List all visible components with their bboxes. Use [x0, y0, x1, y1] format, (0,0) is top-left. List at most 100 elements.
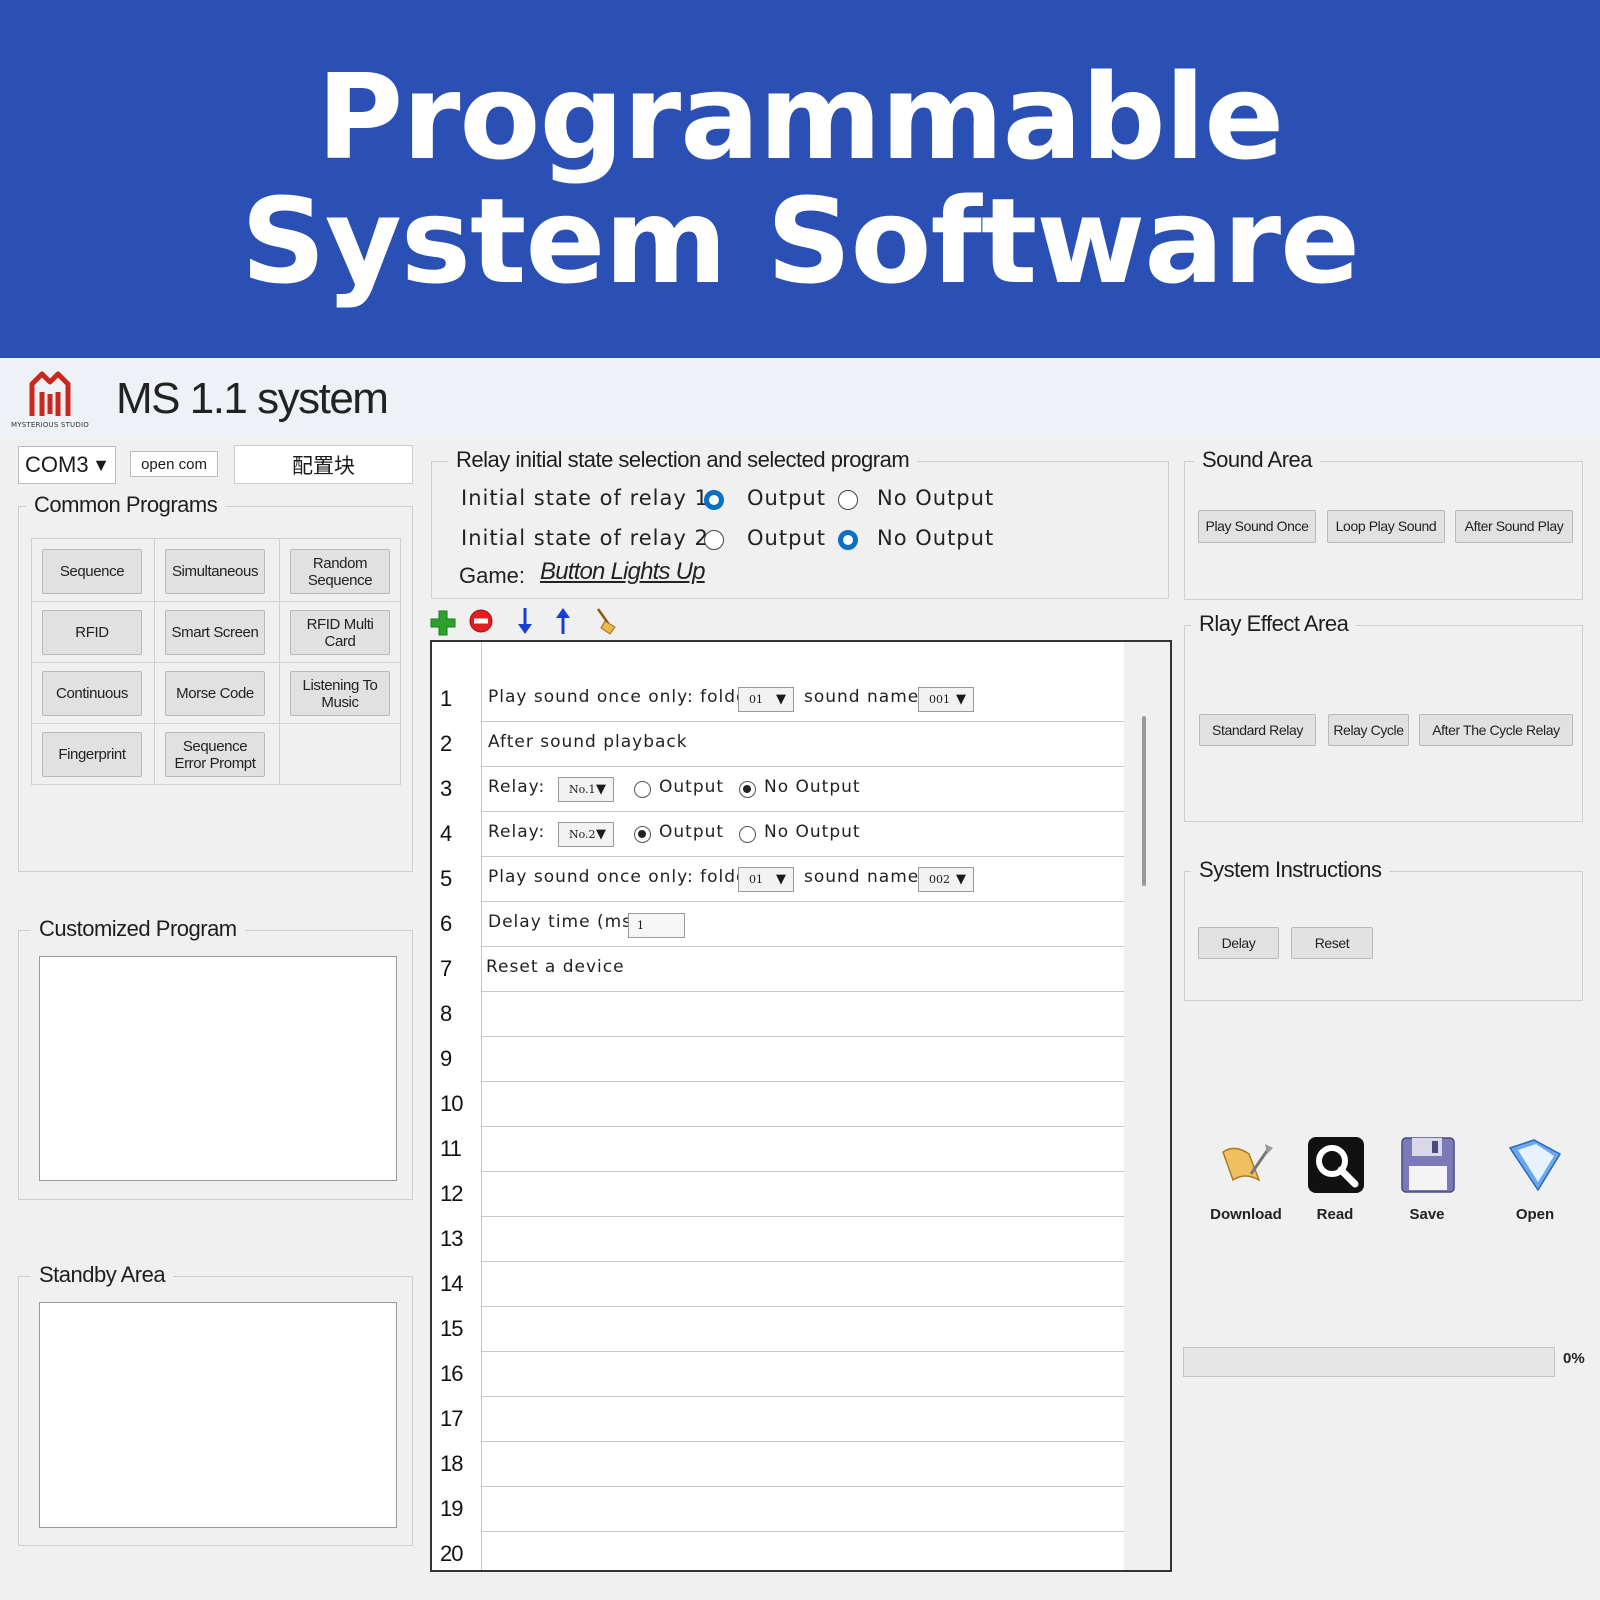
table-row[interactable]: Play sound once only: folder 01 ▼ sound n… [482, 677, 1124, 722]
table-row[interactable] [482, 1442, 1124, 1487]
brand-logo-icon: MYSTERIOUS STUDIO [8, 364, 92, 434]
config-block-button[interactable]: 配置块 [234, 445, 413, 484]
standby-area-label: Standby Area [31, 1262, 174, 1288]
banner-title-line2: System Software [240, 172, 1360, 310]
save-icon[interactable] [1393, 1134, 1463, 1214]
table-row[interactable] [482, 1262, 1124, 1307]
relay2-no-output-radio[interactable] [838, 530, 858, 550]
row-number: 10 [440, 1091, 464, 1116]
open-icon[interactable] [1500, 1134, 1570, 1214]
table-row[interactable] [482, 1307, 1124, 1352]
table-row[interactable]: Relay: No.1 ▼ Output No Output [482, 767, 1124, 812]
program-sequence-error-prompt-button[interactable]: Sequence Error Prompt [165, 732, 265, 777]
relay2-output-radio[interactable] [704, 530, 724, 550]
row-number: 6 [440, 911, 452, 936]
common-programs-label: Common Programs [26, 492, 226, 518]
relay1-no-output-label: No Output [877, 486, 995, 510]
move-up-icon[interactable] [550, 606, 576, 636]
row5-folder-value: 01 [749, 873, 763, 886]
program-simultaneous-button[interactable]: Simultaneous [165, 549, 265, 594]
table-row[interactable]: Delay time (ms) 1 [482, 902, 1124, 947]
row-number: 14 [440, 1271, 464, 1296]
row4-no-output-radio[interactable] [739, 826, 756, 843]
table-scrollbar-thumb[interactable] [1142, 716, 1146, 886]
row3-relay-value: No.1 [569, 783, 596, 796]
table-row[interactable]: Play sound once only: folder 01 ▼ sound n… [482, 857, 1124, 902]
row5-sound-label: sound name [804, 867, 920, 887]
table-row[interactable]: After sound playback [482, 722, 1124, 767]
table-row[interactable] [482, 1532, 1124, 1577]
row1-label: Play sound once only: folder [488, 687, 756, 707]
standby-area-list[interactable] [39, 1302, 397, 1528]
standard-relay-button[interactable]: Standard Relay [1199, 714, 1316, 746]
program-steps-table: 1 2 3 4 5 6 7 8 9 10 11 12 13 14 15 16 1… [430, 640, 1172, 1572]
table-row[interactable] [482, 992, 1124, 1037]
read-icon[interactable] [1301, 1134, 1371, 1214]
row3-no-output-radio[interactable] [739, 781, 756, 798]
table-row[interactable] [482, 1352, 1124, 1397]
table-row[interactable] [482, 1127, 1124, 1172]
relay2-no-output-label: No Output [877, 526, 995, 550]
add-icon[interactable] [430, 606, 456, 636]
download-icon[interactable] [1211, 1134, 1281, 1214]
table-row[interactable] [482, 1172, 1124, 1217]
row4-no-output-label: No Output [764, 822, 861, 842]
row1-sound-value: 001 [929, 693, 950, 706]
program-rfid-multi-card-button[interactable]: RFID Multi Card [290, 610, 390, 655]
play-sound-once-button[interactable]: Play Sound Once [1198, 510, 1316, 543]
row3-relay-select[interactable]: No.1 ▼ [558, 777, 614, 802]
loop-play-sound-button[interactable]: Loop Play Sound [1327, 510, 1445, 543]
row4-relay-select[interactable]: No.2 ▼ [558, 822, 614, 847]
table-row[interactable] [482, 1217, 1124, 1262]
program-sequence-button[interactable]: Sequence [42, 549, 142, 594]
row4-output-radio[interactable] [634, 826, 651, 843]
game-value-link[interactable]: Button Lights Up [540, 558, 705, 586]
save-label: Save [1409, 1206, 1445, 1223]
game-label: Game: [459, 563, 526, 588]
row5-folder-select[interactable]: 01 ▼ [738, 867, 794, 892]
row3-output-radio[interactable] [634, 781, 651, 798]
program-fingerprint-button[interactable]: Fingerprint [42, 732, 142, 777]
row6-delay-input[interactable]: 1 [628, 913, 685, 938]
row-number: 13 [440, 1226, 464, 1251]
delay-button[interactable]: Delay [1198, 927, 1279, 959]
clear-broom-icon[interactable] [594, 606, 620, 636]
reset-button[interactable]: Reset [1291, 927, 1373, 959]
program-morse-code-button[interactable]: Morse Code [165, 671, 265, 716]
customized-program-list[interactable] [39, 956, 397, 1181]
relay1-output-label: Output [747, 486, 826, 510]
relay-state-label: Relay initial state selection and select… [448, 447, 918, 473]
after-the-cycle-relay-button[interactable]: After The Cycle Relay [1419, 714, 1573, 746]
relay2-label: Initial state of relay 2 [461, 526, 709, 550]
table-scroll-track[interactable] [1124, 642, 1170, 1570]
row1-folder-select[interactable]: 01 ▼ [738, 687, 794, 712]
row4-relay-value: No.2 [569, 828, 596, 841]
row5-sound-select[interactable]: 002 ▼ [918, 867, 974, 892]
row-number: 19 [440, 1496, 464, 1521]
row-number: 11 [440, 1136, 462, 1161]
table-row[interactable] [482, 1397, 1124, 1442]
table-row[interactable]: Relay: No.2 ▼ Output No Output [482, 812, 1124, 857]
table-row[interactable]: Reset a device [482, 947, 1124, 992]
row6-label: Delay time (ms) [488, 912, 640, 932]
program-random-sequence-button[interactable]: Random Sequence [290, 549, 390, 594]
table-row[interactable] [482, 1487, 1124, 1532]
program-listening-to-music-button[interactable]: Listening To Music [290, 671, 390, 716]
remove-icon[interactable] [468, 606, 494, 636]
relay-cycle-button[interactable]: Relay Cycle [1328, 714, 1409, 746]
row1-sound-select[interactable]: 001 ▼ [918, 687, 974, 712]
com-port-select[interactable]: COM3 ▼ [18, 446, 116, 484]
move-down-icon[interactable] [512, 606, 538, 636]
program-continuous-button[interactable]: Continuous [42, 671, 142, 716]
table-row[interactable] [482, 1037, 1124, 1082]
open-com-button[interactable]: open com [130, 451, 218, 477]
relay1-output-radio[interactable] [704, 490, 724, 510]
program-smart-screen-button[interactable]: Smart Screen [165, 610, 265, 655]
program-rfid-button[interactable]: RFID [42, 610, 142, 655]
row1-sound-label: sound name [804, 687, 920, 707]
dropdown-arrow-icon: ▼ [596, 827, 606, 842]
after-sound-play-button[interactable]: After Sound Play [1455, 510, 1573, 543]
relay1-no-output-radio[interactable] [838, 490, 858, 510]
table-row[interactable] [482, 1082, 1124, 1127]
read-label: Read [1316, 1206, 1354, 1223]
